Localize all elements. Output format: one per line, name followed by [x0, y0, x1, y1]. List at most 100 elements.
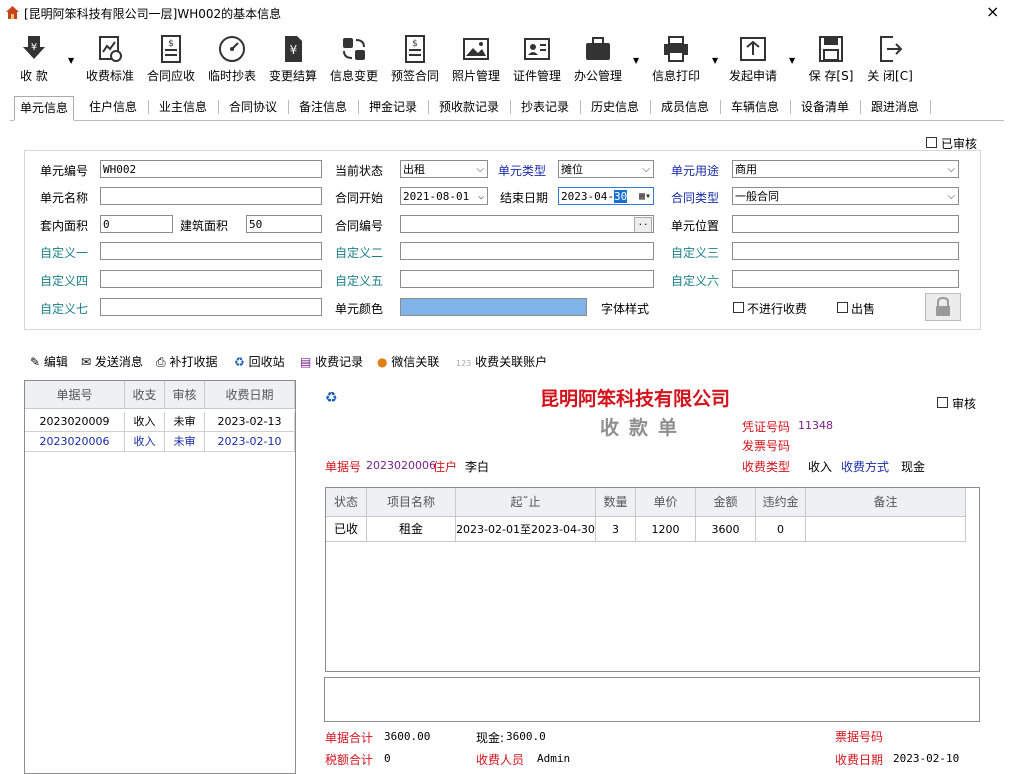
table-row-cell[interactable]: 收入: [125, 412, 165, 432]
table-row-cell[interactable]: 已收: [326, 517, 367, 542]
tab-history[interactable]: 历史信息: [586, 96, 644, 118]
col-audit[interactable]: 审核: [165, 381, 205, 409]
col-amount[interactable]: 金额: [696, 488, 756, 517]
col-type[interactable]: 收支: [125, 381, 165, 409]
table-row-cell[interactable]: 1200: [636, 517, 696, 542]
sold-checkbox[interactable]: [837, 302, 848, 313]
reprint-receipt-button[interactable]: ⎙ 补打收据: [156, 353, 217, 370]
pre-sign-contract-button[interactable]: $ 预签合同: [389, 34, 441, 86]
office-dropdown-arrow[interactable]: ▼: [633, 56, 639, 65]
tab-meter-records[interactable]: 抄表记录: [516, 96, 574, 118]
exit-icon: [880, 36, 903, 62]
status-select[interactable]: 出租 ⌵: [400, 160, 488, 178]
col-period[interactable]: 起˜止: [456, 488, 596, 517]
lock-button[interactable]: [925, 293, 961, 321]
browse-button[interactable]: ..: [634, 217, 652, 232]
tab-unit-info[interactable]: 单元信息: [14, 96, 75, 121]
unit-color-swatch[interactable]: [400, 298, 587, 316]
build-area-field[interactable]: 50: [246, 215, 322, 233]
col-penalty[interactable]: 违约金: [756, 488, 806, 517]
table-row-cell[interactable]: 2023020006: [25, 432, 125, 452]
request-dropdown-arrow[interactable]: ▼: [789, 56, 795, 65]
unit-no-field[interactable]: WH002: [100, 160, 322, 178]
unit-type-select[interactable]: 摊位 ⌵: [558, 160, 654, 178]
custom5-field[interactable]: [400, 270, 654, 288]
col-status[interactable]: 状态: [326, 488, 367, 517]
custom1-field[interactable]: [100, 242, 322, 260]
photo-management-button[interactable]: 照片管理: [450, 34, 502, 86]
collect-button[interactable]: ¥ 收 款: [14, 34, 54, 86]
table-row-cell[interactable]: 3: [596, 517, 636, 542]
fee-standard-button[interactable]: 收费标准: [84, 34, 136, 86]
col-bill-no[interactable]: 单据号: [25, 381, 125, 409]
custom6-field[interactable]: [732, 270, 959, 288]
unit-name-field[interactable]: [100, 187, 322, 205]
tab-resident-info[interactable]: 住户信息: [84, 96, 142, 118]
col-date[interactable]: 收费日期: [205, 381, 295, 409]
date-label: 收费日期: [835, 753, 884, 767]
close-icon[interactable]: ×: [986, 3, 999, 21]
unit-position-field[interactable]: [732, 215, 959, 233]
table-row-cell[interactable]: [806, 517, 966, 542]
col-qty[interactable]: 数量: [596, 488, 636, 517]
custom2-field[interactable]: [400, 242, 654, 260]
table-row-cell[interactable]: 2023020009: [25, 412, 125, 432]
wechat-link-button[interactable]: ● 微信关联: [377, 353, 439, 370]
custom3-field[interactable]: [732, 242, 959, 260]
voucher-no: 11348: [798, 419, 833, 432]
save-button[interactable]: 保 存[S]: [805, 34, 857, 86]
col-item-name[interactable]: 项目名称: [367, 488, 456, 517]
tab-vehicles[interactable]: 车辆信息: [726, 96, 784, 118]
no-charge-checkbox[interactable]: [733, 302, 744, 313]
temp-meter-reading-button[interactable]: 临时抄表: [206, 34, 258, 86]
table-row-cell[interactable]: 未审: [165, 432, 205, 452]
custom7-field[interactable]: [100, 298, 322, 316]
info-change-button[interactable]: 信息变更: [328, 34, 380, 86]
collect-dropdown-arrow[interactable]: ▼: [68, 56, 74, 65]
charge-account-link-button[interactable]: 123 收费关联账户: [456, 353, 547, 370]
contract-type-select[interactable]: 一般合同 ⌵: [732, 187, 959, 205]
table-row-cell[interactable]: 租金: [367, 517, 456, 542]
calendar-icon[interactable]: ▦▾: [639, 188, 651, 204]
recycle-bin-button[interactable]: ♻ 回收站: [234, 353, 285, 370]
print-dropdown-arrow[interactable]: ▼: [712, 56, 718, 65]
col-remark[interactable]: 备注: [806, 488, 966, 517]
table-row-cell[interactable]: 收入: [125, 432, 165, 452]
tab-deposit[interactable]: 押金记录: [364, 96, 422, 118]
info-print-button[interactable]: 信息打印: [650, 34, 702, 86]
tab-equipment[interactable]: 设备清单: [796, 96, 854, 118]
certificate-management-button[interactable]: 证件管理: [511, 34, 563, 86]
end-date-picker[interactable]: 2023-04-30 ▦▾: [558, 187, 654, 205]
bill-list-table: 单据号 收支 审核 收费日期 2023020009 收入 未审 2023-02-…: [24, 380, 296, 774]
table-row-cell[interactable]: 2023-02-13: [205, 412, 295, 432]
charge-records-button[interactable]: ▤ 收费记录: [300, 353, 363, 370]
col-price[interactable]: 单价: [636, 488, 696, 517]
table-row-cell[interactable]: 0: [756, 517, 806, 542]
memo-textarea[interactable]: [324, 677, 980, 722]
tab-owner-info[interactable]: 业主信息: [154, 96, 212, 118]
tab-follow-up[interactable]: 跟进消息: [866, 96, 924, 118]
tab-members[interactable]: 成员信息: [656, 96, 714, 118]
custom4-field[interactable]: [100, 270, 322, 288]
contract-no-field[interactable]: ..: [400, 215, 654, 233]
close-button[interactable]: 关 闭[C]: [864, 34, 916, 86]
tab-contract[interactable]: 合同协议: [224, 96, 282, 118]
table-row-cell[interactable]: 2023-02-01至2023-04-30: [456, 517, 596, 542]
inner-area-field[interactable]: 0: [100, 215, 173, 233]
initiate-request-button[interactable]: 发起申请: [727, 34, 779, 86]
audited-checkbox[interactable]: [926, 137, 937, 148]
send-message-button[interactable]: ✉ 发送消息: [81, 353, 143, 370]
contract-receivable-button[interactable]: $ 合同应收: [145, 34, 197, 86]
table-row-cell[interactable]: 2023-02-10: [205, 432, 295, 452]
office-management-button[interactable]: 办公管理: [572, 34, 624, 86]
tab-remarks[interactable]: 备注信息: [294, 96, 352, 118]
tab-prepayment[interactable]: 预收款记录: [434, 96, 504, 118]
unit-use-select[interactable]: 商用 ⌵: [732, 160, 959, 178]
table-row-cell[interactable]: 未审: [165, 412, 205, 432]
change-settlement-button[interactable]: ¥ 变更结算: [267, 34, 319, 86]
edit-button[interactable]: ✎ 编辑: [30, 353, 68, 370]
svg-text:¥: ¥: [31, 42, 37, 53]
contract-start-select[interactable]: 2021-08-01 ⌵: [400, 187, 488, 205]
receipt-audit-checkbox[interactable]: [937, 397, 948, 408]
table-row-cell[interactable]: 3600: [696, 517, 756, 542]
